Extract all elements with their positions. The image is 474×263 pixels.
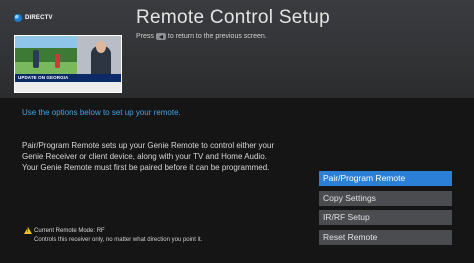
- back-hint: Press to return to the previous screen.: [136, 33, 267, 40]
- news-ticker-text: UPDATE ON GEORGIA: [18, 75, 69, 80]
- description-line: Your Genie Remote must first be paired b…: [22, 163, 270, 172]
- back-arrow-icon: [155, 33, 166, 40]
- remote-mode-detail: Controls this receiver only, no matter w…: [34, 237, 203, 243]
- live-tv-preview: UPDATE ON GEORGIA: [14, 35, 122, 93]
- hint-prefix: Press: [136, 33, 154, 40]
- logo-text: DIRECTV: [25, 15, 53, 21]
- menu-item-copy-settings[interactable]: Copy Settings: [319, 190, 452, 206]
- description-line: Pair/Program Remote sets up your Genie R…: [22, 141, 275, 150]
- menu-item-ir-rf-setup[interactable]: IR/RF Setup: [319, 210, 452, 225]
- description-text: Pair/Program Remote sets up your Genie R…: [22, 140, 312, 173]
- preview-lower-band: [15, 82, 121, 92]
- preview-anchor-head: [96, 41, 106, 53]
- menu-item-reset-remote[interactable]: Reset Remote: [319, 229, 452, 245]
- preview-person: [55, 54, 60, 68]
- warning-triangle-icon: [24, 227, 32, 234]
- header-bar: DIRECTV UPDATE ON GEORGIA Remote Control…: [0, 0, 474, 98]
- directv-logo: DIRECTV: [14, 13, 58, 23]
- preview-trees: [15, 48, 77, 62]
- remote-mode-line: Current Remote Mode: RF: [24, 227, 202, 234]
- hint-suffix: to return to the previous screen.: [167, 33, 267, 40]
- remote-setup-menu: Pair/Program Remote Copy Settings IR/RF …: [319, 171, 452, 249]
- remote-mode-label: Current Remote Mode: RF: [34, 227, 105, 234]
- remote-mode-status: Current Remote Mode: RF Controls this re…: [24, 227, 202, 243]
- instructions-text: Use the options below to set up your rem…: [22, 108, 181, 117]
- preview-news-ticker: UPDATE ON GEORGIA: [15, 74, 121, 82]
- directv-logo-icon: [14, 14, 22, 22]
- description-line: Genie Receiver or client device, along w…: [22, 152, 267, 161]
- page-title: Remote Control Setup: [136, 7, 330, 28]
- preview-person: [33, 50, 39, 68]
- menu-item-pair-program-remote[interactable]: Pair/Program Remote: [319, 171, 452, 186]
